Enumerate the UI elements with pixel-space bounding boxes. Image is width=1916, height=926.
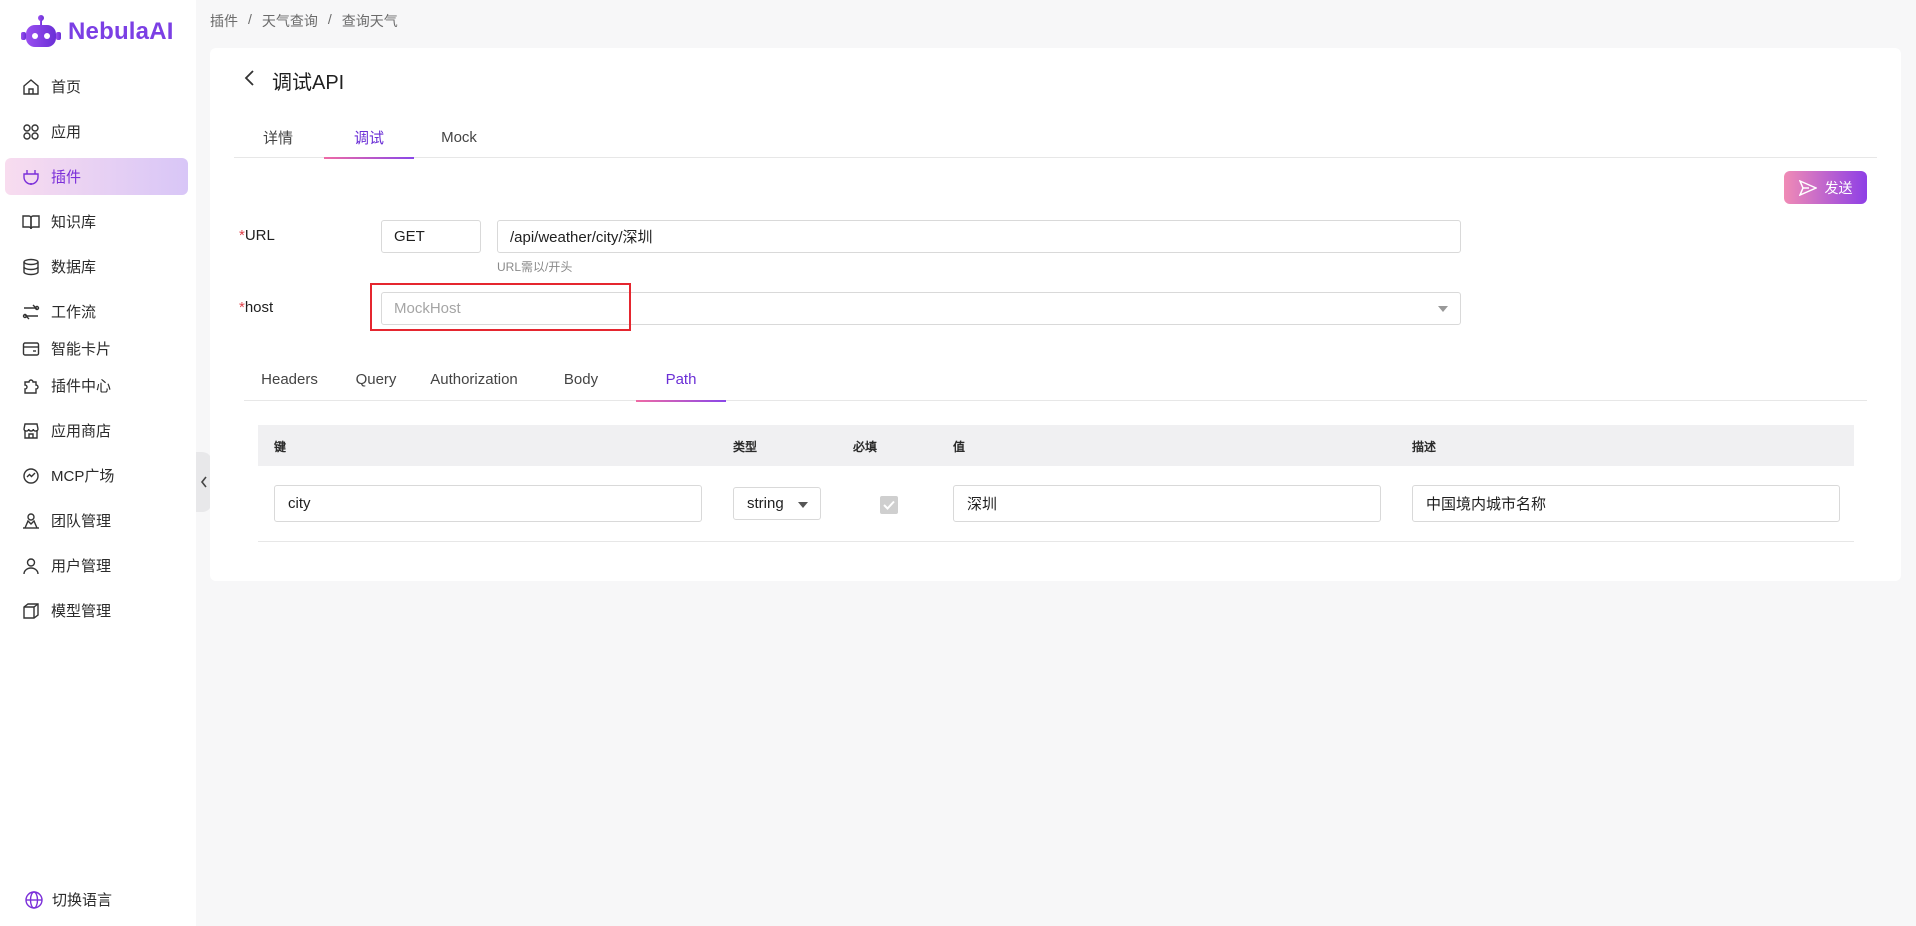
request-tabs: Headers Query Authorization Body Path (244, 357, 1867, 402)
sidebar-item-team[interactable]: 团队管理 (5, 502, 188, 539)
breadcrumb-item-weather[interactable]: 天气查询 (262, 11, 318, 31)
sidebar-item-home[interactable]: 首页 (5, 68, 188, 105)
sidebar-item-users[interactable]: 用户管理 (5, 547, 188, 584)
path-params-table: 键 类型 必填 值 描述 city string 深圳 中国境内城市名称 (258, 425, 1854, 542)
sidebar-item-label: 插件 (51, 169, 82, 186)
tab-authorization[interactable]: Authorization (416, 357, 532, 401)
host-select[interactable]: MockHost (381, 292, 1461, 325)
page-title: 调试API (272, 72, 345, 94)
column-key: 键 (274, 440, 287, 454)
globe-icon (25, 890, 43, 909)
tab-mock[interactable]: Mock (414, 116, 504, 158)
home-icon (21, 77, 41, 97)
column-description: 描述 (1412, 440, 1437, 454)
breadcrumb: 插件 / 天气查询 / 查询天气 (210, 11, 398, 31)
table-row: city string 深圳 中国境内城市名称 (258, 466, 1854, 542)
caret-down-icon (798, 502, 808, 508)
param-required-checkbox[interactable] (880, 496, 898, 514)
sidebar-item-app-store[interactable]: 应用商店 (5, 412, 188, 449)
sidebar-item-label: 数据库 (51, 259, 97, 276)
breadcrumb-item-plugins[interactable]: 插件 (210, 11, 238, 31)
sidebar-item-label: 知识库 (51, 214, 97, 231)
param-description-input[interactable]: 中国境内城市名称 (1412, 485, 1840, 522)
host-label: *host (239, 299, 274, 316)
logo[interactable]: NebulaAI (20, 14, 174, 50)
workflow-icon (21, 302, 41, 322)
chevron-left-icon (200, 476, 207, 488)
sidebar-item-label: 插件中心 (51, 378, 112, 395)
column-type: 类型 (733, 440, 758, 454)
sidebar-item-models[interactable]: 模型管理 (5, 592, 188, 629)
brand-name: NebulaAI (68, 18, 174, 45)
sidebar-item-label: 应用商店 (51, 423, 112, 440)
tab-details[interactable]: 详情 (234, 116, 322, 158)
sidebar: NebulaAI 首页 应用 插件 知识库 数据库 工作流 智能卡片 插件中心 … (0, 0, 196, 926)
card-icon (21, 339, 41, 359)
apps-icon (21, 122, 41, 142)
sidebar-item-workflow[interactable]: 工作流 (5, 293, 188, 330)
debug-api-card: 调试API 详情 调试 Mock 发送 *URL GET /api/weathe… (210, 48, 1901, 581)
breadcrumb-item-query-weather: 查询天气 (341, 13, 398, 29)
store-icon (21, 421, 41, 441)
sidebar-item-label: 模型管理 (51, 603, 112, 620)
tab-path[interactable]: Path (636, 357, 726, 402)
language-switch-label: 切换语言 (52, 892, 113, 909)
sidebar-item-mcp-square[interactable]: MCP广场 (5, 457, 188, 494)
sidebar-item-label: 团队管理 (51, 513, 112, 530)
sidebar-item-label: 工作流 (51, 304, 97, 321)
plugin-icon (21, 167, 41, 187)
back-arrow-icon[interactable] (238, 66, 262, 90)
tab-query[interactable]: Query (342, 357, 410, 401)
model-icon (21, 601, 41, 621)
sidebar-item-smart-card[interactable]: 智能卡片 (5, 330, 188, 367)
sidebar-item-label: 应用 (51, 124, 82, 141)
table-header: 键 类型 必填 值 描述 (258, 425, 1854, 466)
sidebar-item-label: 智能卡片 (51, 341, 112, 358)
column-required: 必填 (853, 440, 878, 454)
send-icon (1798, 179, 1817, 196)
tab-debug[interactable]: 调试 (324, 116, 414, 159)
sidebar-item-plugin-center[interactable]: 插件中心 (5, 367, 188, 404)
team-icon (21, 511, 41, 531)
top-tabs: 详情 调试 Mock (234, 116, 1877, 159)
param-value-input[interactable]: 深圳 (953, 485, 1381, 522)
check-icon (883, 500, 895, 510)
breadcrumb-separator: / (327, 11, 332, 27)
mcp-icon (21, 466, 41, 486)
host-select-placeholder: MockHost (394, 300, 461, 317)
url-input[interactable]: /api/weather/city/深圳 (497, 220, 1461, 253)
url-hint: URL需以/开头 (497, 260, 573, 274)
column-value: 值 (953, 440, 966, 454)
method-field[interactable]: GET (381, 220, 481, 253)
sidebar-item-plugins[interactable]: 插件 (5, 158, 188, 195)
user-icon (21, 556, 41, 576)
book-icon (21, 212, 41, 232)
param-type-value: string (747, 495, 784, 512)
sidebar-item-knowledge[interactable]: 知识库 (5, 203, 188, 240)
breadcrumb-separator: / (248, 11, 252, 27)
sidebar-item-label: 用户管理 (51, 558, 112, 575)
send-button-label: 发送 (1824, 179, 1853, 196)
send-button[interactable]: 发送 (1784, 171, 1867, 204)
tab-headers[interactable]: Headers (244, 357, 335, 401)
sidebar-item-label: MCP广场 (51, 468, 115, 485)
database-icon (21, 257, 41, 277)
sidebar-item-label: 首页 (51, 79, 82, 96)
caret-down-icon (1438, 306, 1448, 312)
puzzle-icon (21, 376, 41, 396)
tab-body[interactable]: Body (546, 357, 616, 401)
url-label: *URL (239, 227, 275, 244)
language-switch[interactable]: 切换语言 (24, 889, 112, 910)
param-key-input[interactable]: city (274, 485, 702, 522)
robot-logo-icon (21, 15, 61, 47)
sidebar-item-apps[interactable]: 应用 (5, 113, 188, 150)
sidebar-item-database[interactable]: 数据库 (5, 248, 188, 285)
param-type-select[interactable]: string (733, 487, 821, 520)
